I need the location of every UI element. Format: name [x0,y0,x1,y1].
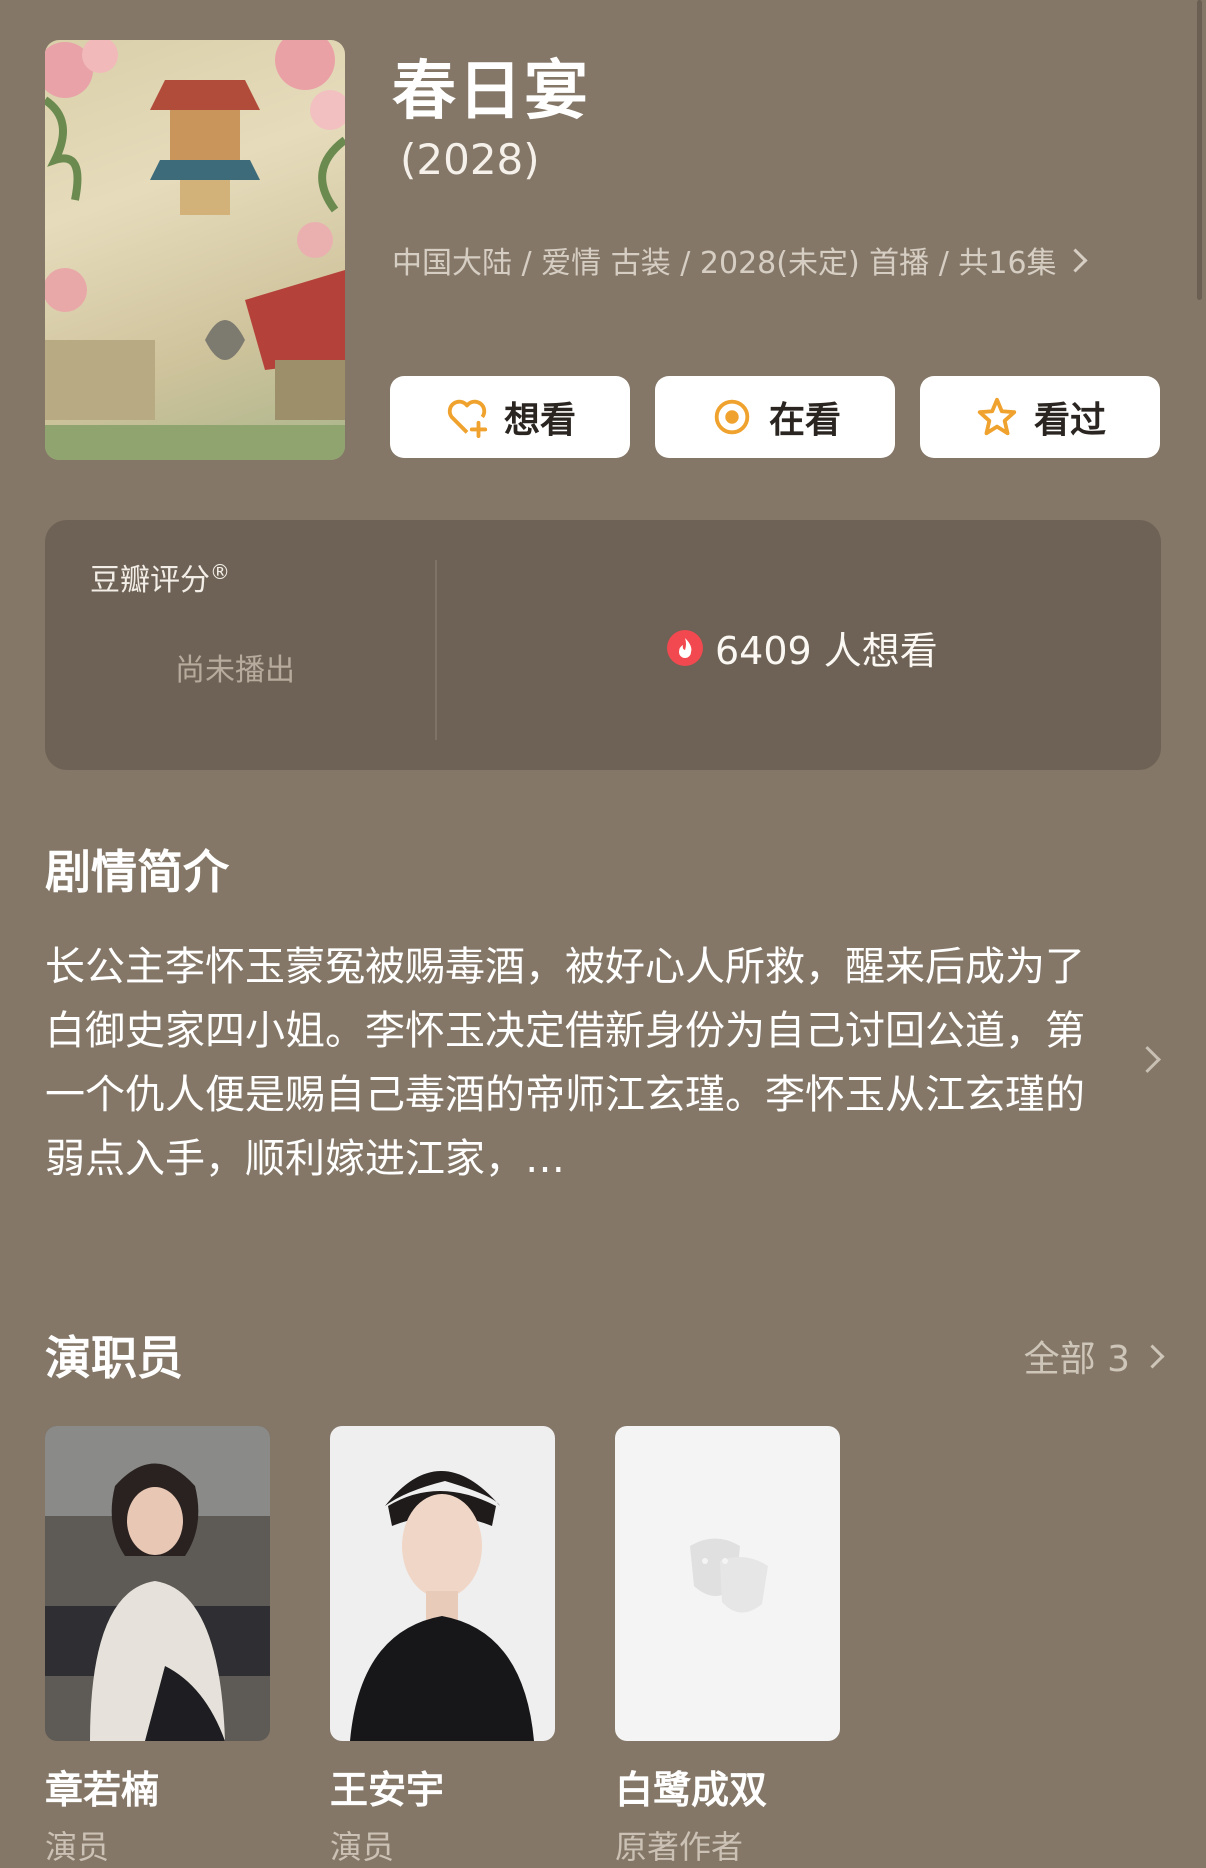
star-icon [977,397,1017,436]
scrollbar[interactable] [1197,0,1202,300]
watched-label: 看过 [1033,400,1106,441]
cast-photo [330,1426,555,1741]
cast-all-label: 全部 3 [1023,1339,1130,1380]
registered-mark: ® [210,560,230,584]
synopsis-title: 剧情简介 [45,845,229,899]
fire-icon [667,629,703,666]
watching-label: 在看 [768,400,841,441]
want-to-watch-label: 想看 [503,400,576,441]
action-buttons: 想看 在看 看过 [390,376,1160,458]
info-text: 中国大陆 / 爱情 古装 / 2028(未定) 首播 / 共16集 [392,246,1057,281]
rating-status: 尚未播出 [175,653,295,688]
cast-name: 章若楠 [45,1768,160,1812]
chevron-right-icon [1063,247,1088,273]
synopsis-expand[interactable] [1134,1046,1161,1073]
want-count-text: 6409 人想看 [715,629,938,673]
cast-role: 演员 [330,1828,395,1866]
watching-button[interactable]: 在看 [655,376,895,458]
cast-photo-placeholder [615,1426,840,1741]
want-count: 6409 人想看 [665,620,938,675]
rating-card[interactable]: 豆瓣评分® 尚未播出 6409 人想看 [45,520,1161,770]
synopsis-text[interactable]: 长公主李怀玉蒙冤被赐毒酒，被好心人所救，醒来后成为了白御史家四小姐。李怀玉决定借… [45,935,1085,1191]
cast-member[interactable]: 章若楠 演员 [45,1426,270,1868]
watched-button[interactable]: 看过 [920,376,1160,458]
chevron-right-icon [1134,1046,1161,1073]
target-icon [714,399,750,435]
cast-list: 章若楠 演员 王安宇 演员 白鹭成双 原著作者 [45,1426,840,1868]
page-title: 春日宴 [392,55,590,129]
release-year: (2028) [400,135,540,184]
cast-member[interactable]: 王安宇 演员 [330,1426,555,1868]
theater-masks-icon [690,1538,768,1613]
rating-label-text: 豆瓣评分 [90,563,210,598]
cast-name: 白鹭成双 [615,1768,768,1812]
cast-photo [45,1426,270,1741]
cast-name: 王安宇 [330,1768,445,1812]
cast-all-link[interactable]: 全部 3 [1023,1330,1165,1382]
heart-plus-icon [447,399,488,439]
cast-title: 演职员 [45,1331,183,1385]
poster-image[interactable] [45,40,345,460]
cast-role: 演员 [45,1828,110,1866]
rating-label: 豆瓣评分® [90,555,230,599]
info-line[interactable]: 中国大陆 / 爱情 古装 / 2028(未定) 首播 / 共16集 [392,238,1088,282]
want-to-watch-button[interactable]: 想看 [390,376,630,458]
cast-member[interactable]: 白鹭成双 原著作者 [615,1426,840,1868]
divider [435,560,437,740]
chevron-right-icon [1140,1343,1165,1369]
cast-role: 原著作者 [615,1828,744,1866]
